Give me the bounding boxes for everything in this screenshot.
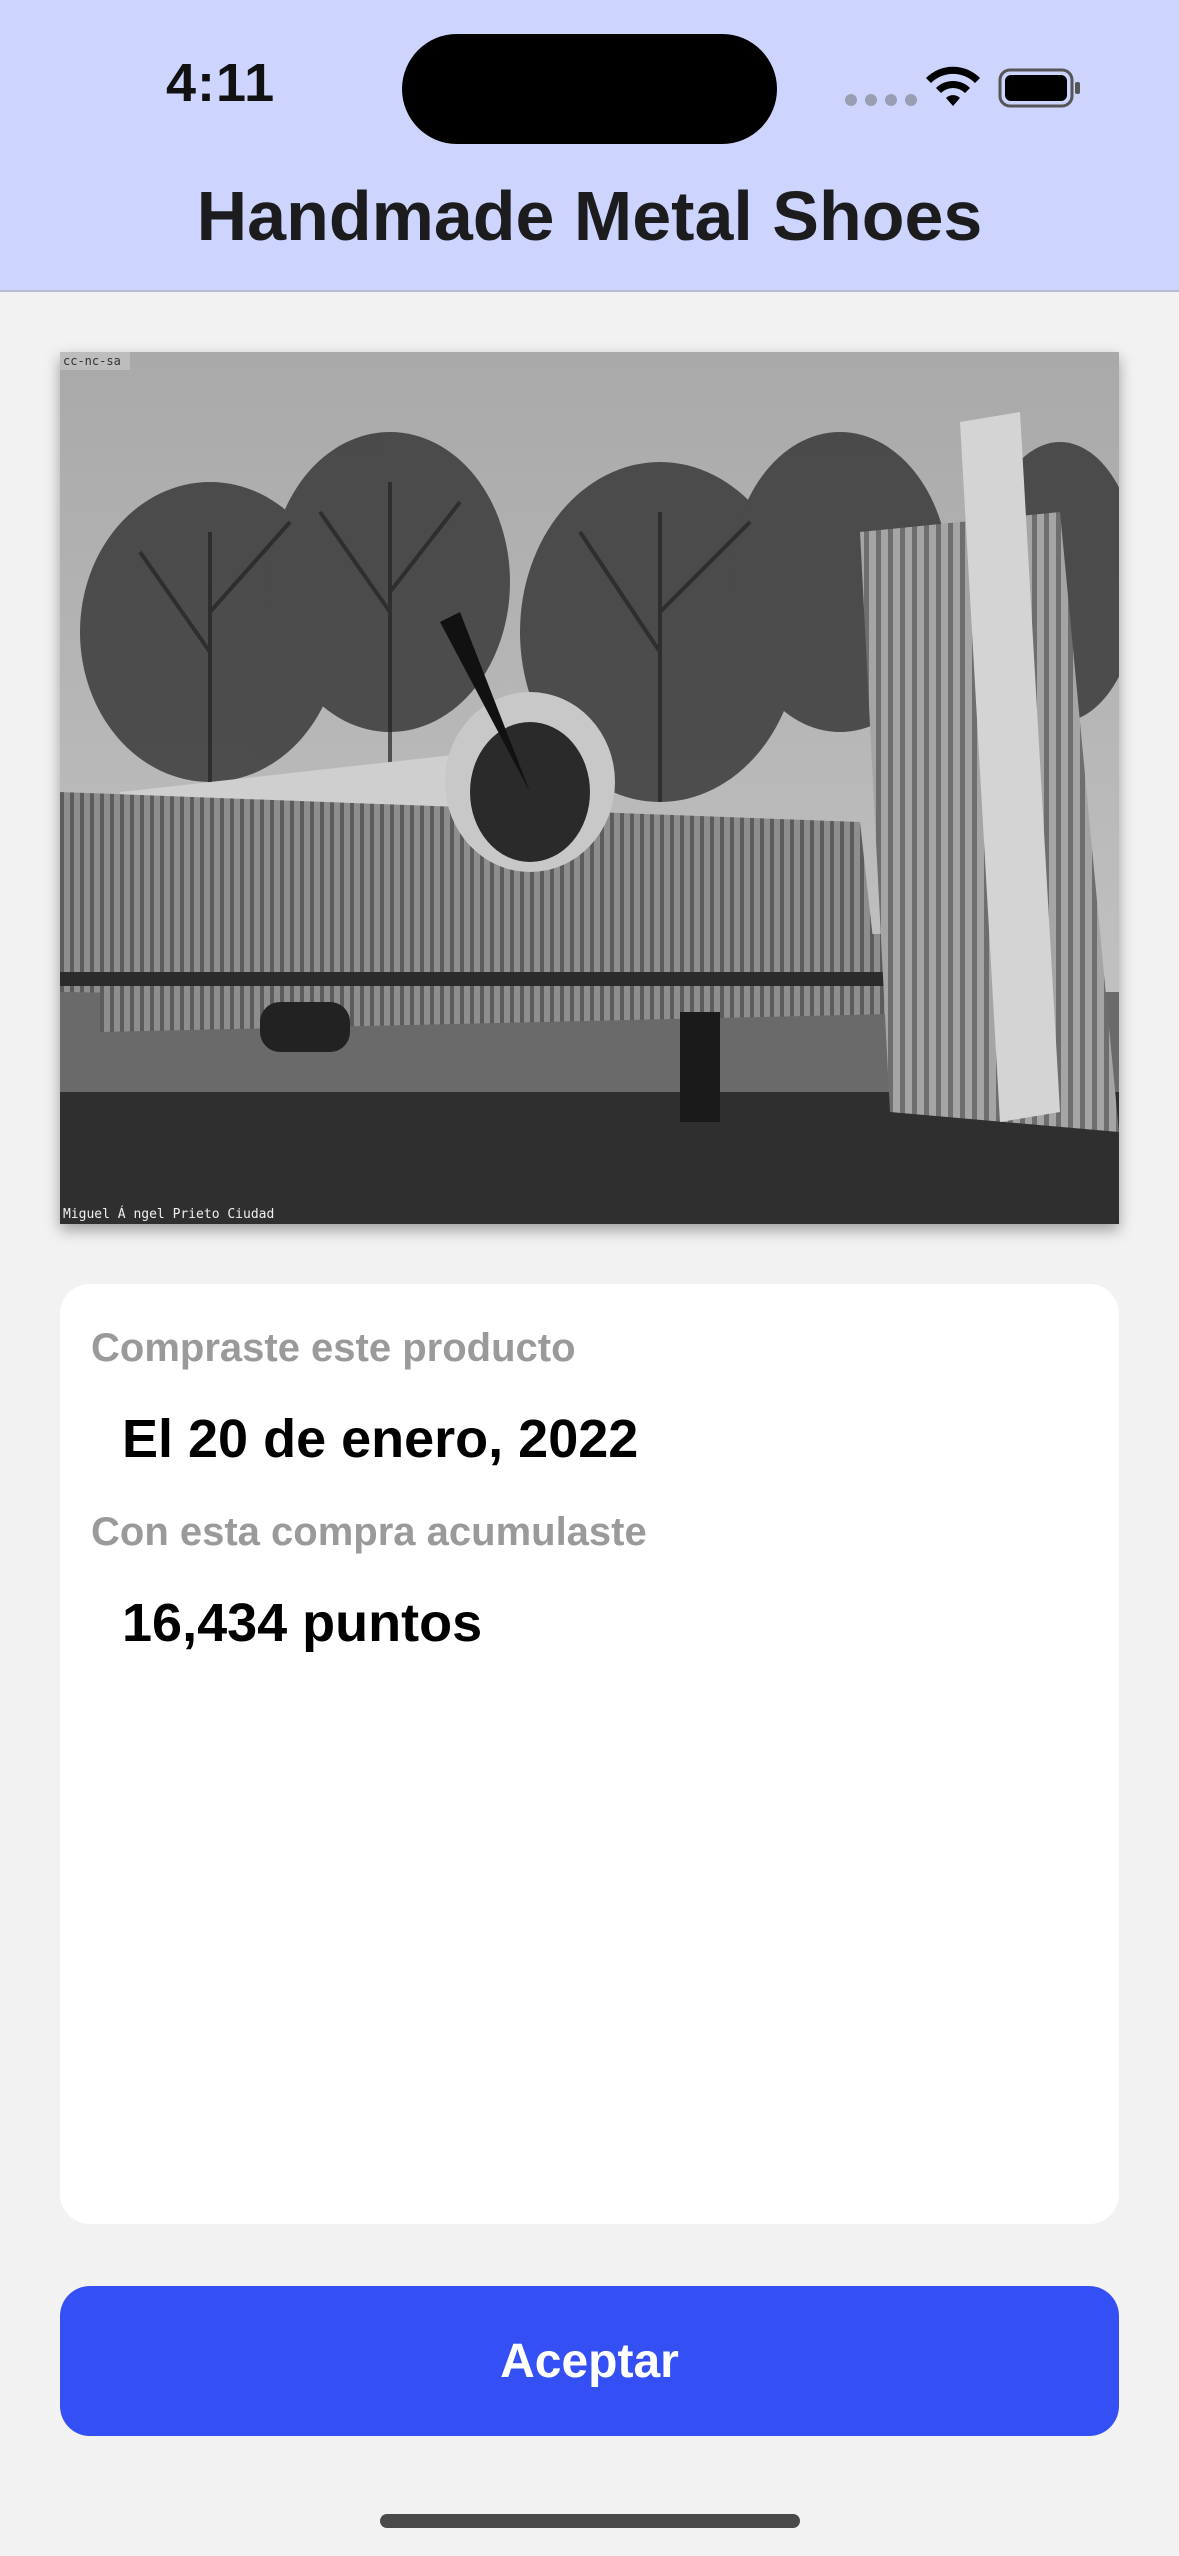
points-value: 16,434 puntos — [122, 1593, 483, 1653]
license-text: cc-nc-sa — [63, 354, 121, 368]
home-indicator[interactable] — [380, 2514, 800, 2528]
product-photo: cc-nc-sa Miguel Á ngel Prieto Ciudad — [60, 352, 1119, 1224]
purchase-label: Compraste este producto — [91, 1326, 576, 1370]
status-time: 4:11 — [166, 53, 276, 113]
page-title: Handmade Metal Shoes — [196, 177, 983, 255]
cellular-dots-icon — [845, 94, 917, 106]
purchase-info-card: Compraste este producto El 20 de enero, … — [60, 1284, 1119, 2224]
battery-icon — [998, 68, 1080, 108]
accept-button[interactable]: Aceptar — [60, 2286, 1119, 2436]
purchase-date: El 20 de enero, 2022 — [122, 1409, 639, 1469]
dynamic-island — [402, 34, 777, 144]
wifi-icon — [926, 66, 980, 106]
purchase-detail-screen: 4:11 Handmade Metal Shoes cc-nc-sa Migue… — [0, 0, 1179, 2556]
photo-credit: Miguel Á ngel Prieto Ciudad — [63, 1206, 274, 1222]
points-label: Con esta compra acumulaste — [91, 1510, 647, 1554]
header: 4:11 Handmade Metal Shoes — [0, 0, 1179, 292]
